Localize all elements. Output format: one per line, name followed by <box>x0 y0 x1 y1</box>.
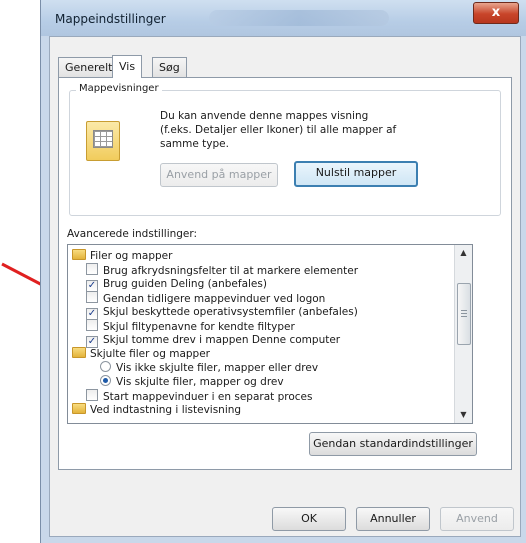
tree-category: Filer og mapper <box>72 249 172 264</box>
tree-item-label: Ved indtastning i listevisning <box>90 404 242 416</box>
checkbox[interactable] <box>86 263 98 275</box>
tree-item-label: Skjulte filer og mapper <box>90 348 210 360</box>
advanced-settings-tree[interactable]: Filer og mapper Brug afkrydsningsfelter t… <box>67 244 473 424</box>
restore-defaults-button[interactable]: Gendan standardindstillinger <box>309 432 477 456</box>
scroll-down-arrow-icon[interactable]: ▼ <box>455 407 472 423</box>
title-bar[interactable]: Mappeindstillinger x <box>41 0 526 36</box>
tree-radio-option[interactable]: Vis skjulte filer, mapper og drev <box>100 375 284 390</box>
apply-button[interactable]: Anvend <box>440 507 514 531</box>
tree-item-label: Skjul tomme drev i mappen Denne computer <box>103 334 341 346</box>
tree-item-label: Brug guiden Deling (anbefales) <box>103 278 267 290</box>
tree-checkbox-option[interactable]: Gendan tidligere mappevinduer ved logon <box>86 291 325 306</box>
dialog-body: Generelt Vis Søg Mappevisninger Du kan a… <box>49 36 521 537</box>
window-title: Mappeindstillinger <box>55 12 166 26</box>
cancel-button[interactable]: Annuller <box>356 507 430 531</box>
tree-scrollbar[interactable]: ▲ ▼ <box>454 245 472 423</box>
radio-button[interactable] <box>100 361 111 372</box>
advanced-settings-label: Avancerede indstillinger: <box>67 228 198 240</box>
checkbox[interactable] <box>86 291 98 303</box>
tree-checkbox-option[interactable]: ✓ Brug guiden Deling (anbefales) <box>86 277 267 292</box>
apply-to-folders-button[interactable]: Anvend på mapper <box>160 163 278 187</box>
tab-general[interactable]: Generelt <box>58 57 120 77</box>
tree-checkbox-option[interactable]: Start mappevinduer i en separat proces <box>86 389 312 404</box>
tab-view[interactable]: Vis <box>112 55 143 78</box>
tree-item-label: Brug afkrydsningsfelter til at markere e… <box>103 265 359 277</box>
tree-category: Skjulte filer og mapper <box>72 347 210 362</box>
folder-icon <box>72 347 86 358</box>
tree-item-label: Filer og mapper <box>90 250 173 262</box>
folder-options-window: Mappeindstillinger x Generelt Vis Søg Ma… <box>40 0 526 543</box>
folder-views-legend: Mappevisninger <box>76 83 162 94</box>
tree-item-label: Start mappevinduer i en separat proces <box>103 391 313 403</box>
blurred-title-region <box>209 10 389 26</box>
scrollbar-thumb[interactable] <box>457 283 471 345</box>
tree-category: Ved indtastning i listevisning <box>72 403 241 418</box>
close-button[interactable]: x <box>473 2 519 24</box>
tree-checkbox-option[interactable]: Brug afkrydsningsfelter til at markere e… <box>86 263 358 278</box>
folder-views-group: Mappevisninger Du kan anvende denne mapp… <box>69 83 501 216</box>
checkbox[interactable] <box>86 319 98 331</box>
tree-item-label: Skjul beskyttede operativsystemfiler (an… <box>103 306 358 318</box>
tree-checkbox-option[interactable]: ✓ Skjul beskyttede operativsystemfiler (a… <box>86 305 358 320</box>
tab-search[interactable]: Søg <box>152 57 187 77</box>
tree-item-label: Vis ikke skjulte filer, mapper eller dre… <box>116 362 319 374</box>
tree-item-label: Vis skjulte filer, mapper og drev <box>116 376 284 388</box>
reset-folders-button[interactable]: Nulstil mapper <box>294 161 418 187</box>
folder-view-icon <box>86 121 120 161</box>
view-tab-page: Mappevisninger Du kan anvende denne mapp… <box>58 77 512 470</box>
tree-item-label: Gendan tidligere mappevinduer ved logon <box>103 293 326 305</box>
tree-item-label: Skjul filtypenavne for kendte filtyper <box>103 321 295 333</box>
radio-button[interactable] <box>100 375 111 386</box>
tree-radio-option[interactable]: Vis ikke skjulte filer, mapper eller dre… <box>100 361 318 376</box>
folder-icon <box>72 249 86 260</box>
folder-icon <box>72 403 86 414</box>
folder-views-description: Du kan anvende denne mappes visning (f.e… <box>160 110 397 150</box>
tree-checkbox-option[interactable]: Skjul filtypenavne for kendte filtyper <box>86 319 295 334</box>
tree-checkbox-option[interactable]: ✓ Skjul tomme drev i mappen Denne compute… <box>86 333 340 348</box>
checkbox[interactable] <box>86 389 98 401</box>
ok-button[interactable]: OK <box>272 507 346 531</box>
scroll-up-arrow-icon[interactable]: ▲ <box>455 245 472 261</box>
